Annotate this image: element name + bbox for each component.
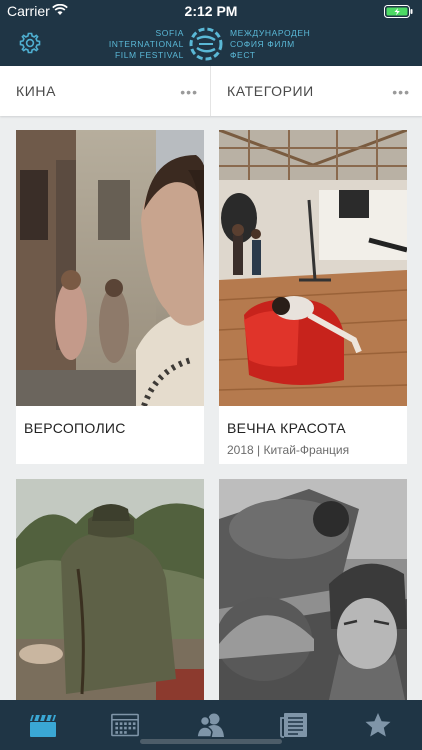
film-poster-image xyxy=(219,130,407,406)
film-poster[interactable] xyxy=(219,130,407,406)
logo-line: МЕЖДУНАРОДЕН xyxy=(230,28,311,38)
tab-films-label: КИНА xyxy=(16,83,57,99)
film-poster-image xyxy=(219,479,407,709)
film-poster-image xyxy=(16,479,204,709)
clapperboard-icon[interactable] xyxy=(29,712,57,738)
more-icon[interactable]: ••• xyxy=(392,84,410,100)
logo-text-bulgarian: МЕЖДУНАРОДЕН СОФИЯ ФИЛМ ФЕСТ xyxy=(230,28,320,61)
calendar-icon[interactable] xyxy=(111,712,139,738)
newspaper-icon[interactable] xyxy=(280,712,308,738)
app-header: Carrier 2:12 PM SOFIA INTERNATIONAL FILM… xyxy=(0,0,422,66)
logo-text-english: SOFIA INTERNATIONAL FILM FESTIVAL xyxy=(108,28,184,61)
festival-logo: SOFIA INTERNATIONAL FILM FESTIVAL МЕЖДУН… xyxy=(108,26,318,62)
logo-line: SOFIA xyxy=(155,28,184,38)
gear-icon[interactable] xyxy=(18,31,42,55)
logo-line: FILM FESTIVAL xyxy=(114,50,184,60)
film-title: ВЕЧНА КРАСОТА xyxy=(227,420,346,436)
clock: 2:12 PM xyxy=(184,3,238,19)
home-indicator xyxy=(140,739,282,744)
bottom-tab-bar xyxy=(0,700,422,750)
logo-emblem-icon xyxy=(189,27,223,61)
logo-line: INTERNATIONAL xyxy=(108,39,184,49)
film-meta: 2018 | Китай-Франция xyxy=(227,443,350,457)
tab-films[interactable]: КИНА ••• xyxy=(0,66,211,116)
film-poster[interactable] xyxy=(219,479,407,709)
status-bar: Carrier 2:12 PM xyxy=(0,0,422,22)
more-icon[interactable]: ••• xyxy=(180,84,198,100)
logo-line: ФЕСТ xyxy=(230,50,256,60)
star-icon[interactable] xyxy=(364,712,392,738)
film-card[interactable] xyxy=(219,479,407,709)
film-poster[interactable] xyxy=(16,130,204,406)
film-card[interactable]: ВЕЧНА КРАСОТА 2018 | Китай-Франция xyxy=(219,130,407,464)
film-poster[interactable] xyxy=(16,479,204,709)
film-card[interactable]: ВЕРСОПОЛИС xyxy=(16,130,204,464)
tab-categories-label: КАТЕГОРИИ xyxy=(227,83,314,99)
film-poster-image xyxy=(16,130,204,406)
film-card[interactable] xyxy=(16,479,204,709)
logo-line: СОФИЯ ФИЛМ xyxy=(230,39,295,49)
film-title: ВЕРСОПОЛИС xyxy=(24,420,126,436)
tab-categories[interactable]: КАТЕГОРИИ ••• xyxy=(211,66,422,116)
people-icon[interactable] xyxy=(197,712,225,738)
battery-icon xyxy=(384,5,413,18)
section-tabs: КИНА ••• КАТЕГОРИИ ••• xyxy=(0,66,422,116)
